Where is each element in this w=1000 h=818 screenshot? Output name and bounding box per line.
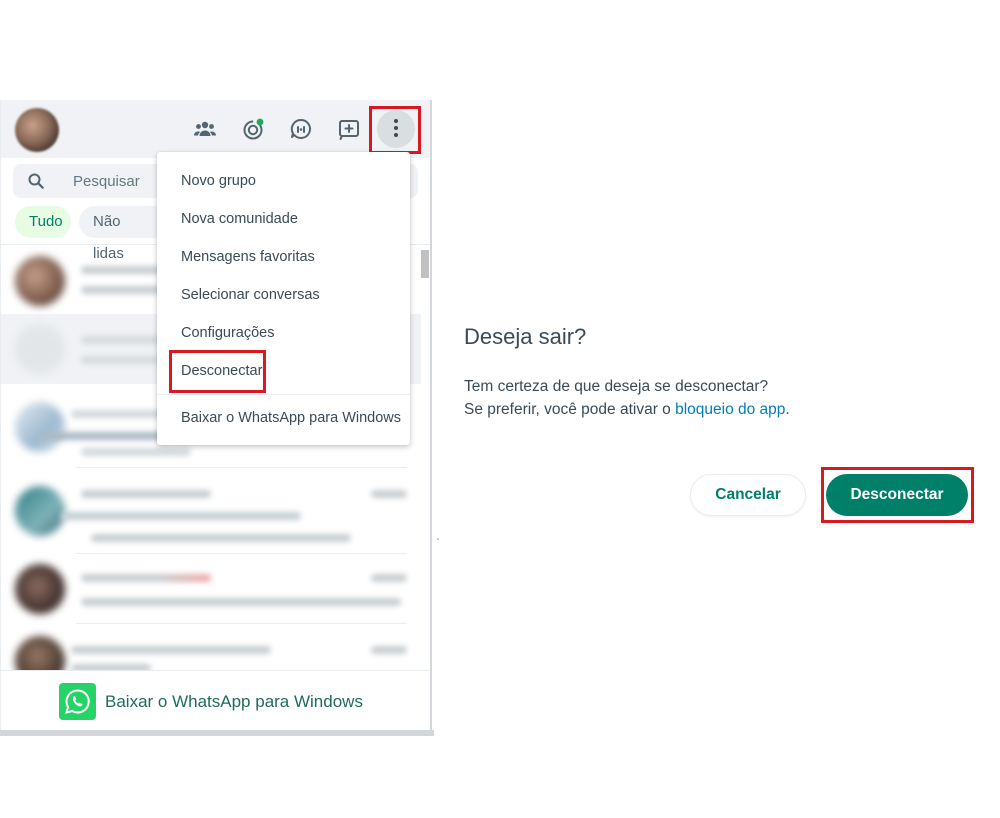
status-icon[interactable] — [240, 116, 266, 142]
chat-row[interactable] — [1, 472, 421, 554]
new-chat-icon[interactable] — [336, 116, 362, 142]
menu-item-logout[interactable]: Desconectar — [181, 363, 262, 379]
chat-avatar — [15, 564, 65, 614]
search-placeholder: Pesquisar — [73, 173, 140, 190]
context-menu: Novo grupo Nova comunidade Mensagens fav… — [157, 152, 410, 445]
chat-avatar — [15, 324, 65, 374]
menu-item-starred-messages[interactable]: Mensagens favoritas — [181, 249, 315, 265]
dialog-body: Tem certeza de que deseja se desconectar… — [464, 375, 790, 421]
menu-item-select-chats[interactable]: Selecionar conversas — [181, 287, 320, 303]
filter-all[interactable]: Tudo — [15, 206, 71, 238]
chat-avatar — [15, 402, 65, 452]
dialog-title: Deseja sair? — [464, 324, 587, 349]
menu-button[interactable] — [377, 110, 415, 148]
download-banner[interactable]: Baixar o WhatsApp para Windows — [1, 670, 430, 733]
filter-unread[interactable]: Não lidas — [79, 206, 169, 262]
menu-item-settings[interactable]: Configurações — [181, 325, 275, 341]
dialog-line-1: Tem certeza de que deseja se desconectar… — [464, 378, 769, 395]
whatsapp-logo-icon — [59, 683, 96, 720]
logout-confirm-button[interactable]: Desconectar — [826, 474, 968, 516]
dialog-line-2: Se preferir, você pode ativar o bloqueio… — [464, 401, 790, 418]
menu-item-download-windows[interactable]: Baixar o WhatsApp para Windows — [181, 410, 401, 426]
chat-row[interactable] — [1, 554, 421, 624]
chat-avatar — [15, 486, 65, 536]
chat-list-scrollbar[interactable] — [421, 250, 429, 278]
communities-icon[interactable] — [192, 116, 218, 142]
menu-divider — [157, 394, 410, 395]
cancel-button[interactable]: Cancelar — [690, 474, 806, 516]
app-lock-link[interactable]: bloqueio do app — [675, 401, 785, 418]
download-label[interactable]: Baixar o WhatsApp para Windows — [105, 692, 363, 712]
menu-item-new-community[interactable]: Nova comunidade — [181, 211, 298, 227]
menu-icon — [394, 119, 398, 140]
sidebar-header — [1, 100, 430, 158]
channels-icon[interactable] — [288, 116, 314, 142]
menu-item-new-group[interactable]: Novo grupo — [181, 173, 256, 189]
chat-avatar — [15, 256, 65, 306]
panel-bottom-border — [0, 730, 434, 736]
profile-avatar[interactable] — [15, 108, 59, 152]
search-icon — [27, 172, 45, 190]
